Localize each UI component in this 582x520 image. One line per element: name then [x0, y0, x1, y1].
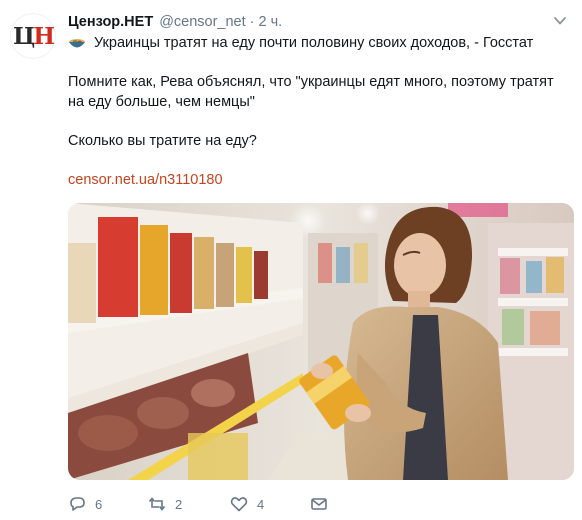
- author-handle[interactable]: @censor_net: [159, 14, 245, 30]
- avatar[interactable]: ЦН: [10, 13, 56, 59]
- tweet[interactable]: ЦН Цензор.НЕТ @censor_net · 2 ч. Украинц…: [0, 0, 582, 520]
- article-link[interactable]: censor.net.ua/n3110180: [68, 172, 223, 188]
- tweet-photo[interactable]: [68, 203, 574, 480]
- caret-down-icon[interactable]: [552, 14, 568, 28]
- like-icon: [230, 497, 248, 512]
- retweet-count: 2: [175, 496, 183, 512]
- retweet-button[interactable]: 2: [148, 494, 182, 514]
- supermarket-woman-image: [68, 203, 574, 480]
- tweet-time[interactable]: 2 ч.: [259, 14, 283, 30]
- tweet-paragraph-2: Сколько вы тратите на еду?: [68, 132, 257, 149]
- direct-message-button[interactable]: [310, 494, 328, 514]
- retweet-icon: [148, 497, 166, 511]
- tweet-text: Украинцы тратят на еду почти половину св…: [68, 34, 568, 210]
- tweet-header: Цензор.НЕТ @censor_net · 2 ч.: [68, 12, 568, 32]
- separator: ·: [249, 14, 255, 30]
- tweet-actions: 6 2 4: [68, 494, 368, 514]
- reply-icon: [70, 497, 85, 511]
- author-name[interactable]: Цензор.НЕТ: [68, 14, 153, 30]
- like-count: 4: [257, 496, 265, 512]
- like-button[interactable]: 4: [230, 494, 264, 514]
- avatar-logo: ЦН: [13, 22, 55, 50]
- reply-count: 6: [95, 496, 103, 512]
- message-icon: [311, 498, 327, 510]
- reply-button[interactable]: 6: [68, 494, 102, 514]
- tweet-paragraph-1: Помните как, Рева объяснял, что "украинц…: [68, 74, 554, 110]
- bowl-emoji-icon: [69, 38, 85, 48]
- tweet-headline: Украинцы тратят на еду почти половину св…: [94, 35, 534, 51]
